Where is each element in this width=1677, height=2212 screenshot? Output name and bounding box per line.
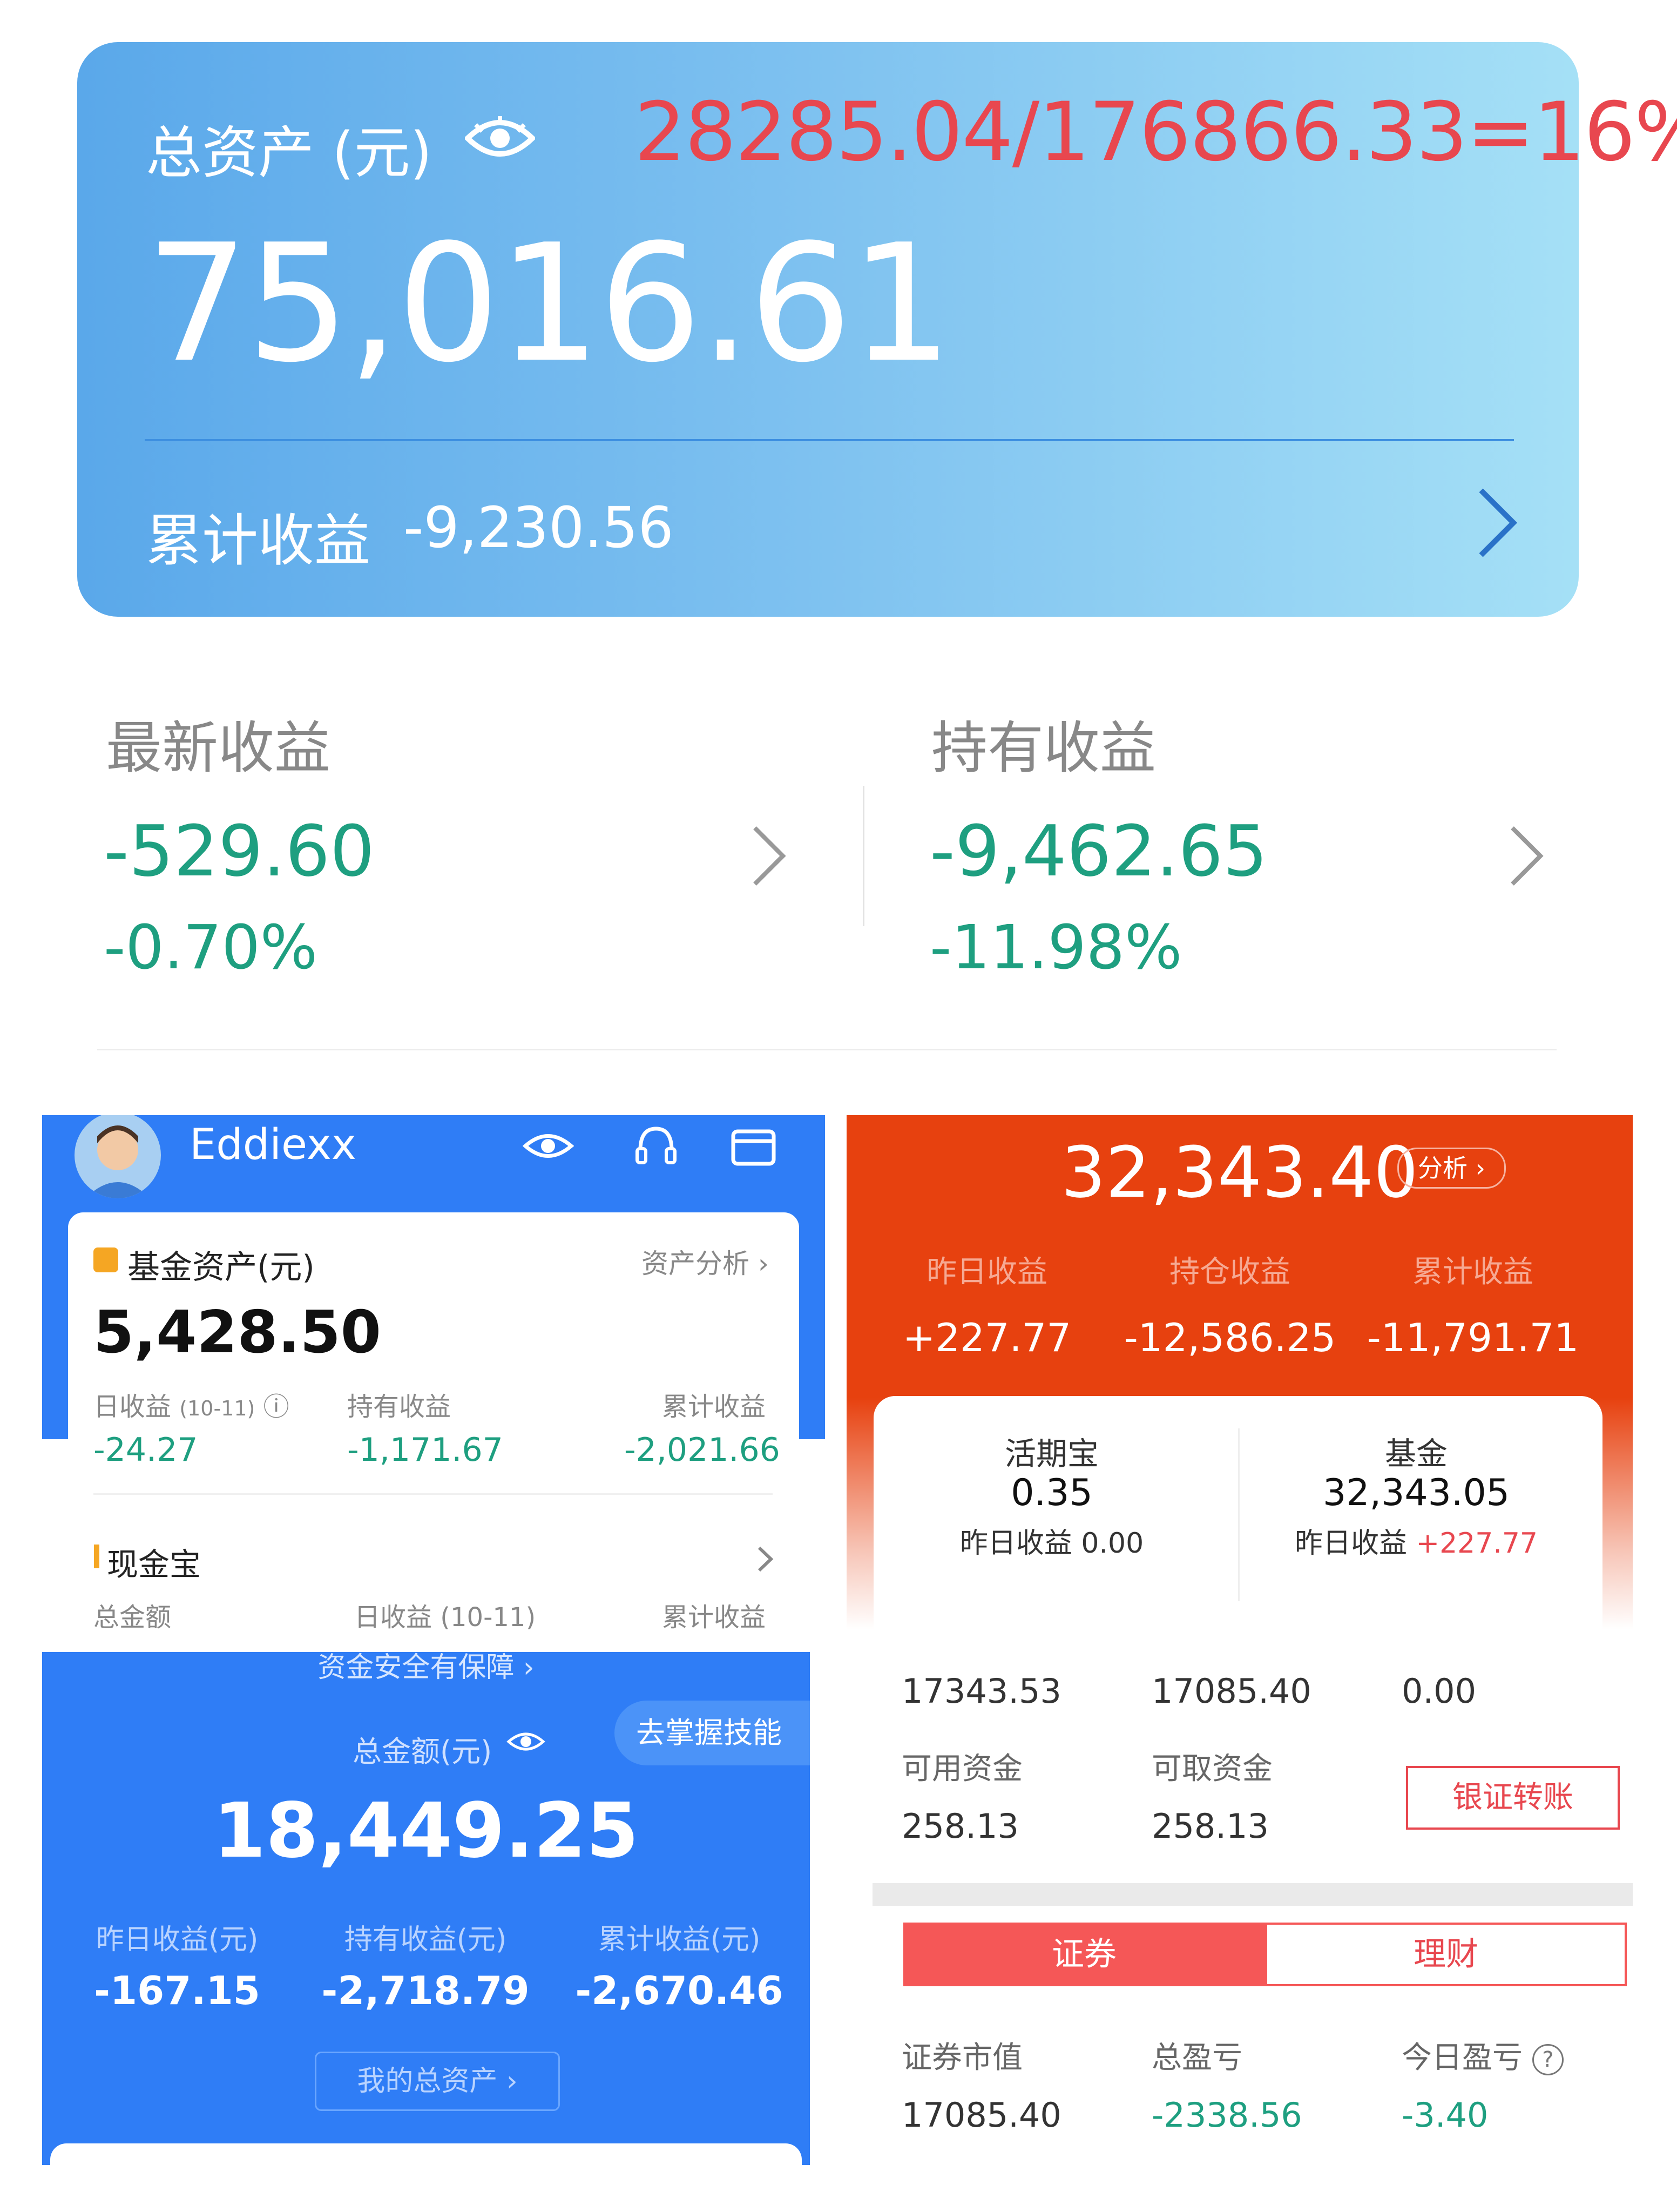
info-icon[interactable]: ⓘ [263,1392,289,1422]
total-amount-value: 18,449.25 [213,1787,639,1875]
content-card [50,2143,802,2165]
daily-income-label: 日收益 (10-11) ⓘ [93,1392,289,1422]
chart-icon [93,1247,118,1272]
yesterday-income-value: -167.15 [94,1968,260,2013]
chevron-right-icon[interactable] [755,1545,776,1574]
fund-assets-value: 5,428.50 [93,1299,381,1366]
latest-income-label: 最新收益 [106,715,331,781]
divider [863,786,864,926]
fund-total-value: 32,343.40 [1061,1131,1418,1213]
section-divider [873,1883,1633,1906]
today-pnl-label: 今日盈亏 ? [1402,2033,1564,2077]
withdrawable-funds-label: 可取资金 [1152,1751,1273,1786]
holding-income-value: -1,171.67 [347,1431,503,1469]
cash-cumulative-label: 累计收益 [662,1602,766,1629]
yesterday-income-label: 昨日收益(元) [96,1924,259,1956]
securities-value-3: 0.00 [1402,1671,1477,1711]
daily-income-value: -24.27 [93,1431,198,1469]
fund-value: 32,343.05 [1322,1472,1510,1514]
holding-income-value: -2,718.79 [321,1968,530,2013]
available-funds-label: 可用资金 [902,1751,1023,1786]
fund-assets-panel: Eddiexx 基金资产(元) 资产分析 › 5,428.50 日收益 (10-… [42,1115,825,1629]
cash-assets-panel: 资金安全有保障 › 去掌握技能 总金额(元) 18,449.25 昨日收益(元)… [42,1652,810,2165]
fund-title[interactable]: 基金 [1254,1428,1578,1474]
tab-securities[interactable]: 证券 [903,1923,1265,1986]
latest-income-pct: -0.70% [104,913,318,983]
yesterday-income-value: +227.77 [902,1315,1072,1360]
cash-total-label: 总金额 [93,1602,172,1629]
asset-analysis-link[interactable]: 资产分析 › [641,1242,769,1281]
fund-yesterday: 昨日收益 +227.77 [1294,1527,1538,1560]
market-value-label: 证券市值 [902,2040,1023,2075]
cumulative-income-label: 累计收益 [662,1392,766,1422]
demand-treasure-value: 0.35 [1011,1472,1093,1514]
eye-icon[interactable] [523,1121,574,1172]
bank-transfer-button[interactable]: 银证转账 [1406,1766,1620,1830]
safety-banner[interactable]: 资金安全有保障 › [42,1652,810,1685]
demand-treasure-yesterday: 昨日收益 0.00 [959,1527,1144,1560]
help-icon[interactable]: ? [1532,2044,1564,2075]
total-assets-card[interactable]: 总资产 (元) 28285.04/176866.33=16% 75,016.61… [77,42,1677,617]
divider [93,1493,773,1495]
divider [1238,1428,1240,1601]
tab-wealth[interactable]: 理财 [1265,1923,1627,1986]
total-assets-label: 总资产 (元) [146,120,432,186]
yesterday-income-label: 昨日收益 [927,1255,1047,1290]
headset-icon[interactable] [631,1121,682,1172]
learn-skills-button[interactable]: 去掌握技能 [614,1701,810,1765]
market-value-value: 17085.40 [902,2095,1061,2135]
holding-income-label: 持有收益(元) [344,1924,507,1956]
cumulative-income-value: -2,670.46 [575,1968,783,2013]
chevron-right-icon[interactable] [1476,485,1519,561]
position-income-value: -12,586.25 [1124,1315,1336,1360]
eye-icon[interactable] [465,115,535,161]
fund-summary-panel: 32,343.40 分析 › 昨日收益 持仓收益 累计收益 +227.77 -1… [847,1115,1633,1629]
latest-income-block[interactable]: 最新收益 [106,702,330,784]
avatar[interactable] [75,1115,161,1198]
cash-treasure-title[interactable]: 现金宝 [107,1539,201,1584]
chevron-right-icon[interactable] [1508,824,1546,888]
cumulative-income-label: 累计收益(元) [598,1924,761,1956]
latest-income-value: -529.60 [104,810,375,892]
total-pnl-label: 总盈亏 [1152,2040,1242,2075]
holding-income-label: 持有收益 [931,715,1157,781]
cumulative-income-label: 累计收益 [146,508,371,574]
today-pnl-value: -3.40 [1402,2095,1489,2135]
divider [97,1049,1557,1050]
holding-income-pct: -11.98% [930,913,1182,983]
cumulative-income-label: 累计收益 [1412,1255,1533,1290]
holding-income-block[interactable]: 持有收益 [931,702,1156,784]
available-funds-value: 258.13 [902,1806,1019,1846]
fund-assets-title: 基金资产(元) [127,1249,315,1286]
securities-value-2: 17085.40 [1152,1671,1311,1711]
cumulative-income-value: -11,791.71 [1367,1315,1579,1360]
cumulative-income-value: -9,230.56 [403,495,674,561]
message-icon[interactable] [728,1121,779,1172]
accent-bar [94,1545,99,1568]
total-amount-label: 总金额(元) [353,1735,492,1769]
my-total-assets-button[interactable]: 我的总资产 › [315,2052,560,2111]
ratio-annotation: 28285.04/176866.33=16% [634,85,1677,179]
cumulative-income-value: -2,021.66 [624,1431,780,1469]
demand-treasure-title[interactable]: 活期宝 [890,1428,1214,1474]
divider [145,439,1514,441]
username: Eddiexx [190,1121,356,1169]
analysis-button[interactable]: 分析 › [1397,1148,1506,1189]
holding-income-value: -9,462.65 [930,810,1268,892]
chevron-right-icon[interactable] [750,824,788,888]
cash-daily-label: 日收益 (10-11) [354,1602,536,1629]
position-income-label: 持仓收益 [1169,1255,1290,1290]
total-assets-value: 75,016.61 [146,210,953,398]
total-pnl-value: -2338.56 [1152,2095,1302,2135]
eye-icon[interactable] [506,1727,545,1757]
securities-value-1: 17343.53 [902,1671,1061,1711]
withdrawable-funds-value: 258.13 [1152,1806,1269,1846]
holding-income-label: 持有收益 [347,1392,451,1422]
